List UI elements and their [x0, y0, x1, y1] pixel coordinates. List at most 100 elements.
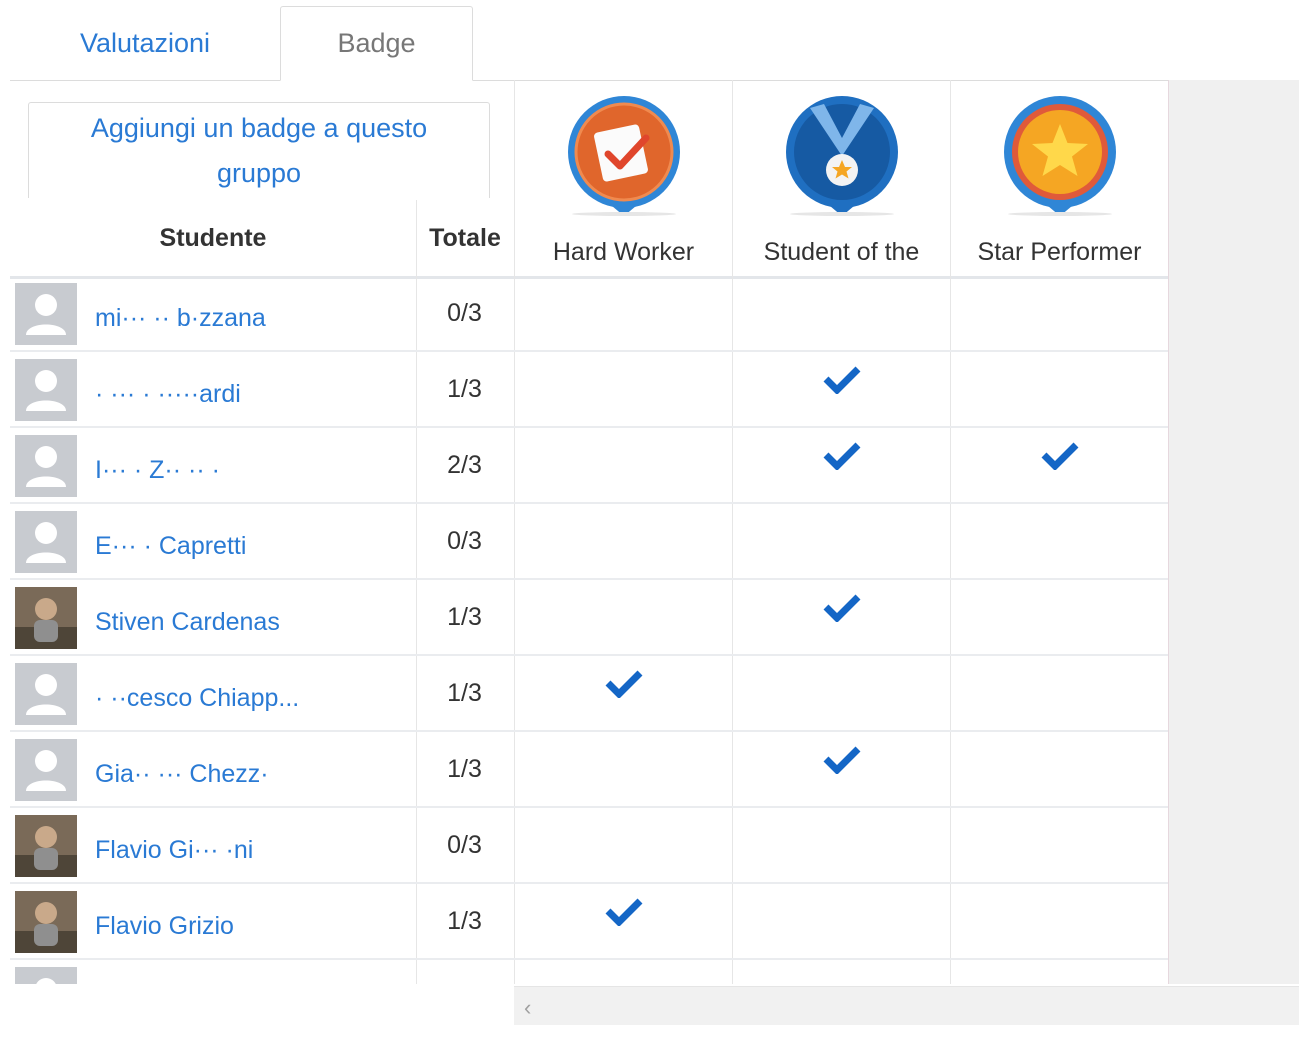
badge-cell[interactable]: [950, 504, 1168, 578]
badge-cell[interactable]: [950, 428, 1168, 502]
table-row: [10, 960, 1168, 984]
default-avatar-icon[interactable]: [15, 967, 77, 984]
default-avatar-icon[interactable]: [15, 511, 77, 573]
badge-cell[interactable]: [732, 884, 950, 958]
student-name-link[interactable]: Stiven Cardenas: [95, 580, 395, 654]
badge-cell[interactable]: [732, 732, 950, 806]
badge-cell[interactable]: [732, 580, 950, 654]
avatar-photo[interactable]: [15, 587, 77, 649]
student-name-link[interactable]: · ··cesco Chiapp...: [95, 656, 395, 730]
default-avatar-icon[interactable]: [15, 739, 77, 801]
badge-name-label: Hard Worker: [552, 238, 695, 266]
badge-cell[interactable]: [514, 428, 732, 502]
star-performer-badge-icon: [1003, 96, 1116, 216]
badge-cell[interactable]: [514, 884, 732, 958]
badge-cell[interactable]: [950, 884, 1168, 958]
total-column-header[interactable]: Totale: [416, 200, 513, 276]
student-name-link[interactable]: E··· · Capretti: [95, 504, 395, 578]
badge-cell[interactable]: [732, 504, 950, 578]
badge-cell[interactable]: [950, 808, 1168, 882]
badge-cell[interactable]: [732, 656, 950, 730]
avatar-photo[interactable]: [15, 815, 77, 877]
student-cell: Flavio Gi··· ·ni: [10, 808, 416, 882]
student-cell: E··· · Capretti: [10, 504, 416, 578]
badge-cell[interactable]: [514, 732, 732, 806]
badge-cell[interactable]: [514, 960, 732, 984]
table-row: Stiven Cardenas 1/3: [10, 580, 1168, 656]
badge-cell[interactable]: [950, 732, 1168, 806]
checkmark-icon: [823, 440, 861, 475]
badge-cell[interactable]: [732, 276, 950, 350]
student-name-link[interactable]: mi··· ·· b·zzana: [95, 276, 395, 350]
checkmark-icon: [823, 592, 861, 627]
badge-cell[interactable]: [950, 352, 1168, 426]
badge-cell[interactable]: [514, 352, 732, 426]
total-cell: 1/3: [416, 656, 512, 730]
student-name-link[interactable]: I··· · Z·· ·· ·: [95, 428, 395, 502]
total-cell: 1/3: [416, 732, 512, 806]
default-avatar-icon[interactable]: [15, 283, 77, 345]
table-row: mi··· ·· b·zzana 0/3: [10, 276, 1168, 352]
badge-column-headers: Hard Worker Student of the Star Performe…: [514, 80, 1169, 276]
badge-cell[interactable]: [514, 656, 732, 730]
table-row: Flavio Gi··· ·ni 0/3: [10, 808, 1168, 884]
badge-cell[interactable]: [732, 960, 950, 984]
student-name-link[interactable]: Flavio Grizio: [95, 884, 395, 958]
student-rows: mi··· ·· b·zzana 0/3 · ··· · ·····ardi 1/3 I…: [10, 276, 1168, 984]
student-cell: · ··cesco Chiapp...: [10, 656, 416, 730]
total-cell: 0/3: [416, 808, 512, 882]
badge-column-hard-worker[interactable]: Hard Worker: [514, 80, 732, 276]
badge-cell[interactable]: [950, 960, 1168, 984]
badge-cell[interactable]: [732, 428, 950, 502]
badge-cell[interactable]: [950, 276, 1168, 350]
student-name-link[interactable]: [95, 960, 395, 984]
badge-page: Valutazioni Badge Aggiungi un badge a qu…: [0, 0, 1299, 1048]
table-row: I··· · Z·· ·· · 2/3: [10, 428, 1168, 504]
student-column-header[interactable]: Studente: [10, 200, 416, 276]
total-cell: [416, 960, 512, 984]
horizontal-scrollbar[interactable]: ‹: [514, 986, 1299, 1025]
student-of-the-month-badge-icon: [785, 96, 898, 216]
badge-cell[interactable]: [950, 656, 1168, 730]
table-row: · ··· · ·····ardi 1/3: [10, 352, 1168, 428]
add-badge-button[interactable]: Aggiungi un badge a questo gruppo: [28, 102, 490, 198]
student-cell: I··· · Z·· ·· ·: [10, 428, 416, 502]
student-name-link[interactable]: · ··· · ·····ardi: [95, 352, 395, 426]
empty-scroll-area: [1168, 80, 1299, 984]
badge-cell[interactable]: [514, 580, 732, 654]
badge-column-star-performer[interactable]: Star Performer: [950, 80, 1168, 276]
tab-valutazioni[interactable]: Valutazioni: [10, 6, 280, 80]
hard-worker-badge-icon: [567, 96, 680, 216]
student-cell: mi··· ·· b·zzana: [10, 276, 416, 350]
badge-cell[interactable]: [950, 580, 1168, 654]
student-cell: Stiven Cardenas: [10, 580, 416, 654]
total-cell: 1/3: [416, 352, 512, 426]
badge-cell[interactable]: [514, 276, 732, 350]
student-cell: Gia·· ··· Chezz·: [10, 732, 416, 806]
student-cell: · ··· · ·····ardi: [10, 352, 416, 426]
checkmark-icon: [1041, 440, 1079, 475]
total-cell: 1/3: [416, 884, 512, 958]
badge-cell[interactable]: [514, 504, 732, 578]
total-cell: 2/3: [416, 428, 512, 502]
badge-cell[interactable]: [732, 808, 950, 882]
default-avatar-icon[interactable]: [15, 435, 77, 497]
checkmark-icon: [605, 896, 643, 931]
student-name-link[interactable]: Gia·· ··· Chezz·: [95, 732, 395, 806]
table-row: E··· · Capretti 0/3: [10, 504, 1168, 580]
avatar-photo[interactable]: [15, 891, 77, 953]
tab-badge[interactable]: Badge: [280, 6, 473, 81]
checkmark-icon: [605, 668, 643, 703]
checkmark-icon: [823, 744, 861, 779]
total-cell: 0/3: [416, 504, 512, 578]
default-avatar-icon[interactable]: [15, 663, 77, 725]
scroll-left-icon[interactable]: ‹: [524, 995, 531, 1021]
badge-cell[interactable]: [732, 352, 950, 426]
badge-name-label: Star Performer: [977, 238, 1142, 266]
default-avatar-icon[interactable]: [15, 359, 77, 421]
badge-column-student-of-the[interactable]: Student of the: [732, 80, 950, 276]
tab-bar: Valutazioni Badge: [10, 6, 1299, 81]
badge-cell[interactable]: [514, 808, 732, 882]
student-cell: Flavio Grizio: [10, 884, 416, 958]
student-name-link[interactable]: Flavio Gi··· ·ni: [95, 808, 395, 882]
